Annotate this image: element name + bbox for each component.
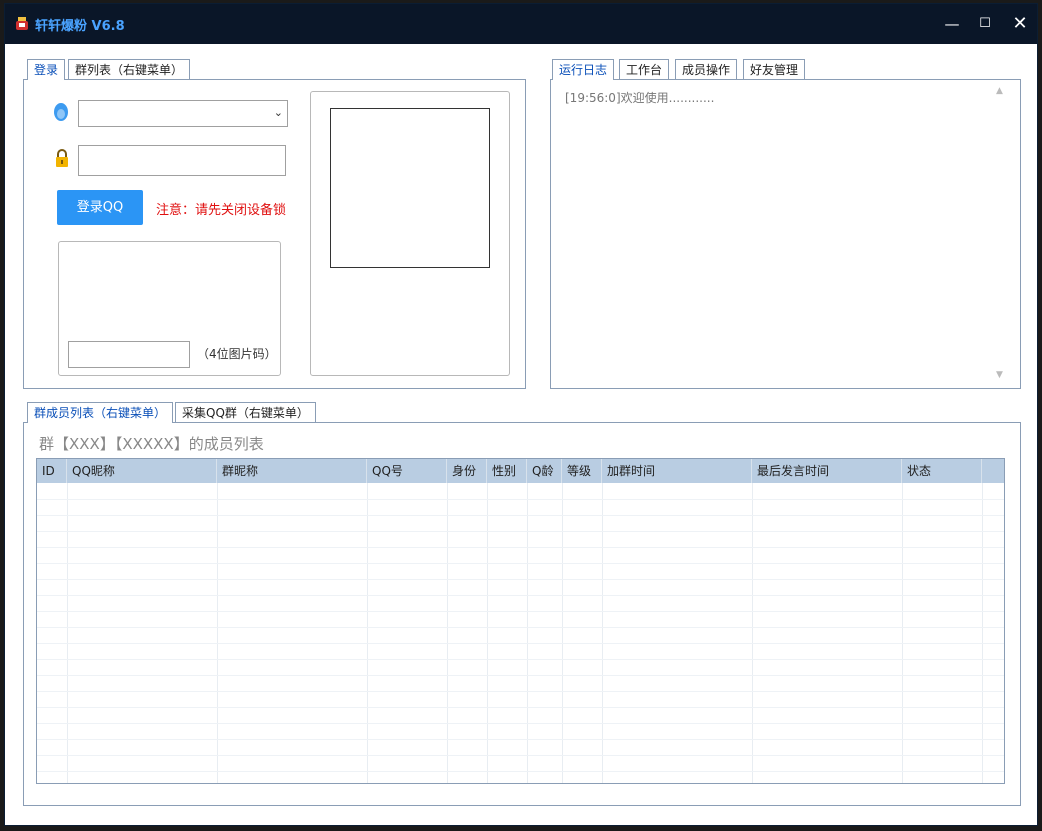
- title-bar[interactable]: 轩轩爆粉 V6.8 — ☐ ✕: [5, 4, 1037, 44]
- column-header-last-speak[interactable]: 最后发言时间: [752, 459, 902, 483]
- grid-column-line: [602, 483, 603, 783]
- grid-column-line: [447, 483, 448, 783]
- tab-friend-manage[interactable]: 好友管理: [743, 59, 806, 79]
- grid-row-line: [37, 499, 1004, 500]
- grid-row-line: [37, 707, 1004, 708]
- column-header-qq-nickname[interactable]: QQ昵称: [67, 459, 217, 483]
- chevron-down-icon[interactable]: ⌄: [274, 106, 283, 119]
- minimize-button[interactable]: —: [937, 12, 967, 36]
- grid-row-line: [37, 659, 1004, 660]
- scroll-up-icon[interactable]: ▲: [996, 86, 1003, 96]
- grid-column-line: [982, 483, 983, 783]
- grid-row-line: [37, 595, 1004, 596]
- grid-row-line: [37, 739, 1004, 740]
- grid-row-line: [37, 515, 1004, 516]
- tab-run-log[interactable]: 运行日志: [552, 59, 615, 80]
- log-panel: [550, 79, 1021, 389]
- app-logo-icon: [16, 17, 28, 30]
- grid-column-line: [487, 483, 488, 783]
- grid-row-line: [37, 579, 1004, 580]
- maximize-button[interactable]: ☐: [970, 12, 1000, 36]
- captcha-label: （4位图片码）: [197, 347, 277, 361]
- tab-login[interactable]: 登录: [27, 59, 66, 80]
- grid-row-line: [37, 771, 1004, 772]
- device-lock-notice: 注意：请先关闭设备锁: [156, 203, 287, 218]
- column-header-group-nickname[interactable]: 群昵称: [217, 459, 367, 483]
- scroll-down-icon[interactable]: ▼: [996, 370, 1003, 380]
- member-table-header: ID QQ昵称 群昵称 QQ号 身份 性别 Q龄 等级 加群时间 最后发言时间 …: [37, 459, 1004, 483]
- grid-column-line: [527, 483, 528, 783]
- captcha-input[interactable]: [68, 341, 190, 368]
- grid-row-line: [37, 643, 1004, 644]
- tab-group-list[interactable]: 群列表（右键菜单）: [68, 59, 191, 79]
- grid-row-line: [37, 563, 1004, 564]
- grid-column-line: [367, 483, 368, 783]
- column-header-status[interactable]: 状态: [902, 459, 982, 483]
- column-header-join-time[interactable]: 加群时间: [602, 459, 752, 483]
- column-header-qq-number[interactable]: QQ号: [367, 459, 447, 483]
- member-list-title: 群【XXX】【XXXXX】的成员列表: [39, 435, 264, 453]
- tab-collect-groups[interactable]: 采集QQ群（右键菜单）: [175, 402, 316, 422]
- grid-column-line: [902, 483, 903, 783]
- column-header-gender[interactable]: 性别: [487, 459, 527, 483]
- grid-row-line: [37, 611, 1004, 612]
- tab-workbench[interactable]: 工作台: [619, 59, 670, 79]
- login-button[interactable]: 登录QQ: [57, 190, 143, 225]
- grid-column-line: [67, 483, 68, 783]
- lock-icon: [56, 149, 68, 167]
- password-field[interactable]: [78, 145, 286, 176]
- grid-row-line: [37, 531, 1004, 532]
- grid-column-line: [217, 483, 218, 783]
- column-header-id[interactable]: ID: [37, 459, 67, 483]
- qq-penguin-icon: [54, 103, 68, 121]
- column-header-level[interactable]: 等级: [562, 459, 602, 483]
- close-button[interactable]: ✕: [1005, 12, 1035, 36]
- column-header-role[interactable]: 身份: [447, 459, 487, 483]
- grid-column-line: [562, 483, 563, 783]
- column-header-qq-age[interactable]: Q龄: [527, 459, 562, 483]
- qr-code-image: [330, 108, 490, 268]
- grid-row-line: [37, 691, 1004, 692]
- window-title: 轩轩爆粉 V6.8: [35, 19, 125, 34]
- member-table[interactable]: ID QQ昵称 群昵称 QQ号 身份 性别 Q龄 等级 加群时间 最后发言时间 …: [36, 458, 1005, 784]
- tab-member-list[interactable]: 群成员列表（右键菜单）: [27, 402, 174, 423]
- grid-row-line: [37, 675, 1004, 676]
- grid-row-line: [37, 547, 1004, 548]
- tab-member-ops[interactable]: 成员操作: [675, 59, 738, 79]
- grid-row-line: [37, 755, 1004, 756]
- account-select[interactable]: ⌄: [78, 100, 288, 127]
- app-window: 轩轩爆粉 V6.8 — ☐ ✕ 登录 群列表（右键菜单） ⌄ 登录QQ 注意：请…: [4, 3, 1038, 826]
- grid-column-line: [752, 483, 753, 783]
- grid-row-line: [37, 723, 1004, 724]
- grid-row-line: [37, 627, 1004, 628]
- log-entry: [19:56:0]欢迎使用............: [565, 91, 715, 105]
